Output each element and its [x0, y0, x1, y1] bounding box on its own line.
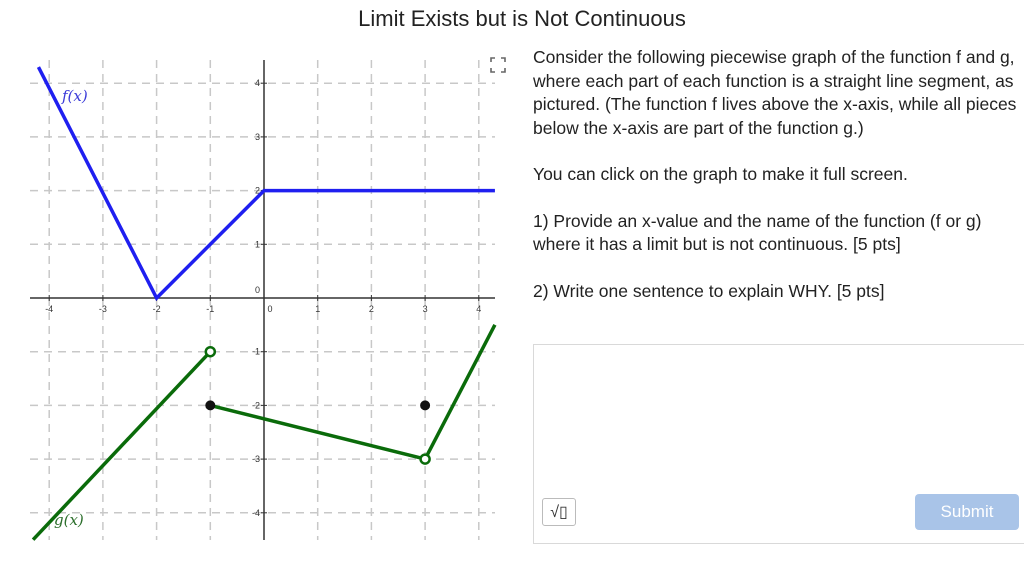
- y-tick-label: -4: [252, 508, 260, 518]
- x-tick-label: 4: [476, 304, 481, 314]
- y-tick-label: 1: [255, 239, 260, 249]
- function-graph[interactable]: -4 -3 -2 -1 0 1 2 3 4 4 3 2 1 0 -1 -2 -3 -4 f(x) g(x): [0, 55, 500, 545]
- f-curve: [36, 66, 495, 301]
- y-tick-label: 3: [255, 132, 260, 142]
- question-part-1: 1) Provide an x-value and the name of th…: [533, 210, 982, 255]
- question-text: Consider the following piecewise graph o…: [533, 46, 1024, 303]
- x-tick-label: -3: [99, 304, 107, 314]
- f-label: f(x): [61, 87, 88, 105]
- expand-arrows-icon[interactable]: [487, 54, 509, 76]
- g-closed-point: [420, 400, 431, 411]
- fullscreen-note: You can click on the graph to make it fu…: [533, 164, 908, 184]
- square-root-icon[interactable]: √▯: [542, 498, 576, 526]
- x-tick-label: 3: [423, 304, 428, 314]
- math-button-glyph: √▯: [550, 504, 568, 521]
- x-tick-label: 1: [315, 304, 320, 314]
- x-tick-label: -4: [45, 304, 53, 314]
- g-open-point: [204, 345, 217, 358]
- g-open-point: [419, 453, 431, 465]
- question-intro: Consider the following piecewise graph o…: [533, 47, 1017, 138]
- x-tick-label: -2: [153, 304, 161, 314]
- y-tick-label: 4: [255, 78, 260, 88]
- page-title: Limit Exists but is Not Continuous: [358, 6, 686, 31]
- g-segment-3: [423, 324, 497, 460]
- submit-button[interactable]: Submit: [915, 494, 1019, 530]
- graph-canvas[interactable]: -4 -3 -2 -1 0 1 2 3 443210-1-2-3-4f(x)g(x): [0, 55, 500, 545]
- x-tick-label: -1: [206, 304, 214, 314]
- y-tick-label: -2: [252, 400, 260, 410]
- y-tick-label: -1: [252, 347, 260, 357]
- g-closed-point: [205, 400, 216, 411]
- y-tick-label: -3: [252, 454, 260, 464]
- g-label: g(x): [54, 511, 84, 529]
- x-tick-label: 0: [267, 304, 272, 314]
- question-part-2: 2) Write one sentence to explain WHY. [5…: [533, 280, 885, 301]
- x-tick-label: 2: [369, 304, 374, 314]
- y-tick-label: 0: [255, 285, 260, 295]
